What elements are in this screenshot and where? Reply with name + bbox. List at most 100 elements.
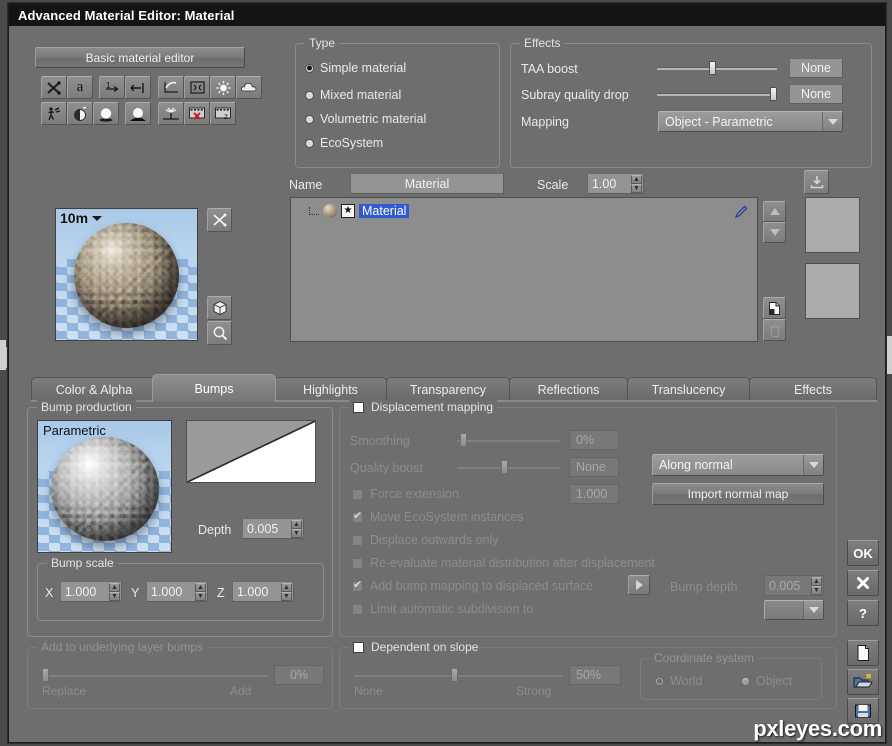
slider-knob[interactable] xyxy=(770,87,777,101)
sphere-dark-icon[interactable] xyxy=(125,102,151,125)
open-button[interactable] xyxy=(847,669,879,695)
letter-a-icon[interactable]: a xyxy=(67,76,93,99)
dependent-on-slope-value[interactable]: 50% xyxy=(569,665,621,685)
new-button[interactable] xyxy=(847,640,879,666)
tree-icon[interactable] xyxy=(158,102,184,125)
tree-node-label[interactable]: Material xyxy=(359,204,410,218)
displace-outwards-checkbox[interactable]: Displace outwards only xyxy=(352,533,499,547)
checkmark-curve-icon[interactable] xyxy=(158,76,184,99)
radio-simple-material[interactable]: Simple material xyxy=(305,61,406,75)
material-name-input[interactable]: Material xyxy=(350,173,504,194)
add-bump-expand-button[interactable] xyxy=(628,575,650,595)
smoothing-value[interactable]: 0% xyxy=(569,430,619,450)
tab-translucency[interactable]: Translucency xyxy=(627,377,750,401)
smoothing-slider[interactable] xyxy=(457,433,560,447)
force-extension-value[interactable]: 1.000 xyxy=(569,484,619,504)
subray-quality-drop-value[interactable]: None xyxy=(789,84,843,104)
radio-volumetric-material[interactable]: Volumetric material xyxy=(305,112,426,126)
ok-button[interactable]: OK xyxy=(847,540,879,566)
tab-highlights[interactable]: Highlights xyxy=(274,377,387,401)
displacement-direction-select[interactable]: Along normal xyxy=(652,454,824,476)
preview-zoom-button[interactable] xyxy=(207,321,232,345)
basic-material-editor-button[interactable]: Basic material editor xyxy=(35,47,245,68)
cloud-icon[interactable] xyxy=(236,76,262,99)
bump-scale-z-stepper[interactable]: ▲ ▼ xyxy=(281,583,292,601)
bump-scale-x-stepper[interactable]: ▲ ▼ xyxy=(109,583,120,601)
subray-quality-drop-slider[interactable] xyxy=(657,87,777,101)
bump-preview[interactable]: Parametric xyxy=(37,420,172,553)
radio-ecosystem[interactable]: EcoSystem xyxy=(305,136,383,150)
save-material-button[interactable] xyxy=(804,170,829,194)
quality-boost-value[interactable]: None xyxy=(569,457,619,477)
limit-subdivision-checkbox[interactable]: Limit automatic subdivision to xyxy=(352,602,533,616)
mapping-select[interactable]: Object - Parametric xyxy=(658,111,843,132)
bump-scale-x-input[interactable]: 1.000 ▲ ▼ xyxy=(60,581,122,602)
tab-bumps[interactable]: Bumps xyxy=(152,374,276,402)
dependent-on-slope-checkbox[interactable] xyxy=(353,641,364,653)
taa-boost-slider[interactable] xyxy=(657,61,777,75)
add-underlying-value[interactable]: 0% xyxy=(274,665,324,685)
bump-scale-y-input[interactable]: 1.000 ▲ ▼ xyxy=(146,581,208,602)
tree-move-down-button[interactable] xyxy=(763,222,786,243)
slider-knob[interactable] xyxy=(451,668,458,682)
bump-scale-z-input[interactable]: 1.000 ▲ ▼ xyxy=(232,581,294,602)
tree-copy-button[interactable] xyxy=(763,297,786,319)
star-box-icon[interactable]: ★ xyxy=(341,204,355,218)
bump-depth-stepper[interactable]: ▲ ▼ xyxy=(811,577,822,595)
tab-effects[interactable]: Effects xyxy=(749,377,877,401)
radio-world[interactable]: World xyxy=(655,674,702,688)
radio-object[interactable]: Object xyxy=(741,674,792,688)
slider-knob[interactable] xyxy=(460,433,467,447)
scale-stepper[interactable]: ▲ ▼ xyxy=(631,175,642,193)
add-bump-mapping-checkbox[interactable]: Add bump mapping to displaced surface xyxy=(352,579,593,593)
tab-reflections[interactable]: Reflections xyxy=(509,377,628,401)
chevron-down-icon[interactable] xyxy=(803,455,823,475)
preview-randomize-button[interactable] xyxy=(207,208,232,232)
bump-depth-input[interactable]: 0.005 ▲ ▼ xyxy=(764,575,824,596)
film-z-icon[interactable]: z xyxy=(210,102,236,125)
cancel-button[interactable] xyxy=(847,570,879,596)
depth-stepper[interactable]: ▲ ▼ xyxy=(291,520,302,538)
chevron-down-icon[interactable] xyxy=(822,112,842,131)
scale-input[interactable]: 1.00 ▲ ▼ xyxy=(587,173,644,194)
one-arrow-icon[interactable]: 1 xyxy=(99,76,125,99)
tab-transparency[interactable]: Transparency xyxy=(386,377,510,401)
pinch-icon[interactable] xyxy=(184,76,210,99)
half-moon-icon[interactable] xyxy=(67,102,93,125)
tree-delete-button[interactable] xyxy=(763,319,786,341)
reevaluate-checkbox[interactable]: Re-evaluate material distribution after … xyxy=(352,556,655,570)
film-delete-icon[interactable] xyxy=(184,102,210,125)
chevron-down-icon[interactable] xyxy=(803,601,823,619)
width-arrow-icon[interactable] xyxy=(125,76,151,99)
shuffle-icon[interactable] xyxy=(41,76,67,99)
slider-knob[interactable] xyxy=(709,61,716,75)
chevron-down-icon[interactable] xyxy=(92,215,103,221)
walking-person-icon[interactable] xyxy=(41,102,67,125)
material-thumbnail-2[interactable] xyxy=(805,263,860,319)
help-button[interactable]: ? xyxy=(847,600,879,626)
light-bulb-icon[interactable] xyxy=(210,76,236,99)
sphere-white-icon[interactable] xyxy=(93,102,119,125)
radio-mixed-material[interactable]: Mixed material xyxy=(305,88,401,102)
add-underlying-slider[interactable] xyxy=(42,668,268,682)
tab-color-alpha[interactable]: Color & Alpha xyxy=(31,377,157,401)
preview-shape-button[interactable] xyxy=(207,296,232,320)
tree-move-up-button[interactable] xyxy=(763,201,786,222)
taa-boost-value[interactable]: None xyxy=(789,58,843,78)
displacement-mapping-checkbox[interactable] xyxy=(353,401,364,413)
pencil-icon[interactable] xyxy=(734,204,749,219)
material-tree[interactable]: ★ Material xyxy=(290,197,758,342)
quality-boost-slider[interactable] xyxy=(457,460,560,474)
bump-gradient-curve[interactable] xyxy=(186,420,316,483)
move-ecosystem-checkbox[interactable]: Move EcoSystem instances xyxy=(352,510,524,524)
limit-subdivision-select[interactable] xyxy=(764,600,824,620)
depth-input[interactable]: 0.005 ▲ ▼ xyxy=(242,518,304,539)
dependent-on-slope-slider[interactable] xyxy=(354,668,563,682)
slider-knob[interactable] xyxy=(501,460,508,474)
bump-scale-y-stepper[interactable]: ▲ ▼ xyxy=(195,583,206,601)
material-preview[interactable]: 10m xyxy=(55,208,198,341)
slider-knob[interactable] xyxy=(42,668,49,682)
material-thumbnail-1[interactable] xyxy=(805,197,860,253)
force-extension-checkbox[interactable]: Force extension xyxy=(352,487,459,501)
import-normal-map-button[interactable]: Import normal map xyxy=(652,483,824,505)
